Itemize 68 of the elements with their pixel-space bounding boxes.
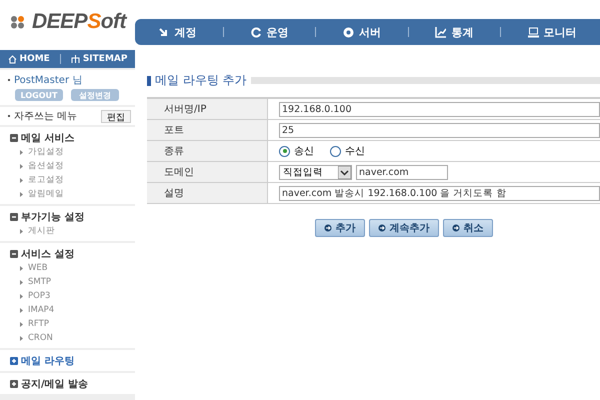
dropdown-icon (338, 166, 351, 178)
action-button[interactable]: 취소 (442, 219, 492, 237)
menu-group[interactable]: 서비스 설정 (10, 246, 135, 261)
arrow-circle-icon (324, 224, 332, 232)
arrow-icon (158, 26, 170, 38)
menu-item[interactable]: WEB (10, 261, 135, 275)
arrow-circle-icon (378, 224, 386, 232)
bullet-icon (20, 322, 23, 326)
refresh-icon (250, 26, 262, 38)
text-field[interactable]: naver.com 발송시 192.168.0.100 을 거치도록 함 (279, 186, 600, 200)
menu-item[interactable]: 가입설정 (10, 145, 135, 159)
top-link[interactable]: HOME (8, 54, 50, 64)
plus-icon (10, 356, 18, 364)
disc-icon (342, 26, 354, 38)
section-title: 메일 라우팅 추가 (155, 72, 247, 89)
logo-text: DEEPSoft (32, 10, 126, 34)
field-label: 설명 (147, 183, 268, 204)
edit-button[interactable]: 편집 (101, 110, 131, 122)
nav-item[interactable]: 모니터 (528, 24, 577, 40)
arrow-circle-icon (452, 224, 460, 232)
menu-item[interactable]: 로고설정 (10, 173, 135, 187)
nav-item[interactable]: 운영 (250, 24, 289, 40)
menu-group[interactable]: 부가기능 설정 (10, 209, 135, 224)
domain-field[interactable]: naver.com (356, 164, 448, 180)
radio-option[interactable]: 수신 (330, 144, 365, 158)
user-name: PostMaster 님 (14, 74, 82, 87)
plus-icon (10, 380, 18, 388)
menu-item[interactable]: SMTP (10, 275, 135, 289)
bullet-icon (20, 294, 23, 298)
bullet-icon (20, 336, 23, 340)
action-button[interactable]: 추가 (314, 219, 364, 237)
minus-icon (10, 134, 18, 142)
menu-group[interactable]: 메일 서비스 (10, 130, 135, 145)
chart-icon (435, 26, 446, 38)
home-icon (8, 54, 17, 64)
text-field[interactable]: 192.168.0.100 (279, 102, 600, 116)
menu-item[interactable]: 게시판 (10, 224, 135, 238)
domain-select[interactable]: 직접입력 (279, 164, 352, 180)
bullet-icon (20, 308, 23, 312)
sitemap-icon (70, 54, 80, 64)
text-field[interactable]: 25 (279, 122, 600, 138)
nav-item[interactable]: 통계 (435, 24, 474, 40)
field-label: 종류 (147, 141, 268, 162)
top-link[interactable]: SITEMAP (70, 54, 128, 64)
bullet-icon (20, 164, 23, 168)
menu-item[interactable]: RFTP (10, 317, 135, 331)
menu-item[interactable]: CRON (10, 331, 135, 345)
bullet-icon (20, 228, 23, 234)
minus-icon (10, 212, 18, 220)
bullet-icon (20, 192, 23, 196)
menu-item[interactable]: IMAP4 (10, 303, 135, 317)
radio-option[interactable]: 송신 (279, 144, 314, 158)
nav-item[interactable]: 서버 (342, 24, 381, 40)
bullet-icon (20, 178, 23, 182)
minus-icon (10, 250, 18, 258)
menu-item[interactable]: POP3 (10, 289, 135, 303)
nav-item[interactable]: 계정 (158, 24, 196, 40)
menu-item[interactable]: 알림메일 (10, 187, 135, 201)
favorites-label: 자주쓰는 메뉴 (14, 110, 78, 123)
menu-item[interactable]: 옵션설정 (10, 159, 135, 173)
bullet-icon (20, 280, 23, 284)
field-label: 도메인 (147, 162, 268, 183)
monitor-icon (528, 26, 539, 38)
action-button[interactable]: 계속추가 (368, 219, 438, 237)
field-label: 서버명/IP (147, 99, 268, 120)
bullet-icon (20, 150, 23, 154)
bullet-icon (20, 266, 23, 270)
field-label: 포트 (147, 120, 268, 141)
